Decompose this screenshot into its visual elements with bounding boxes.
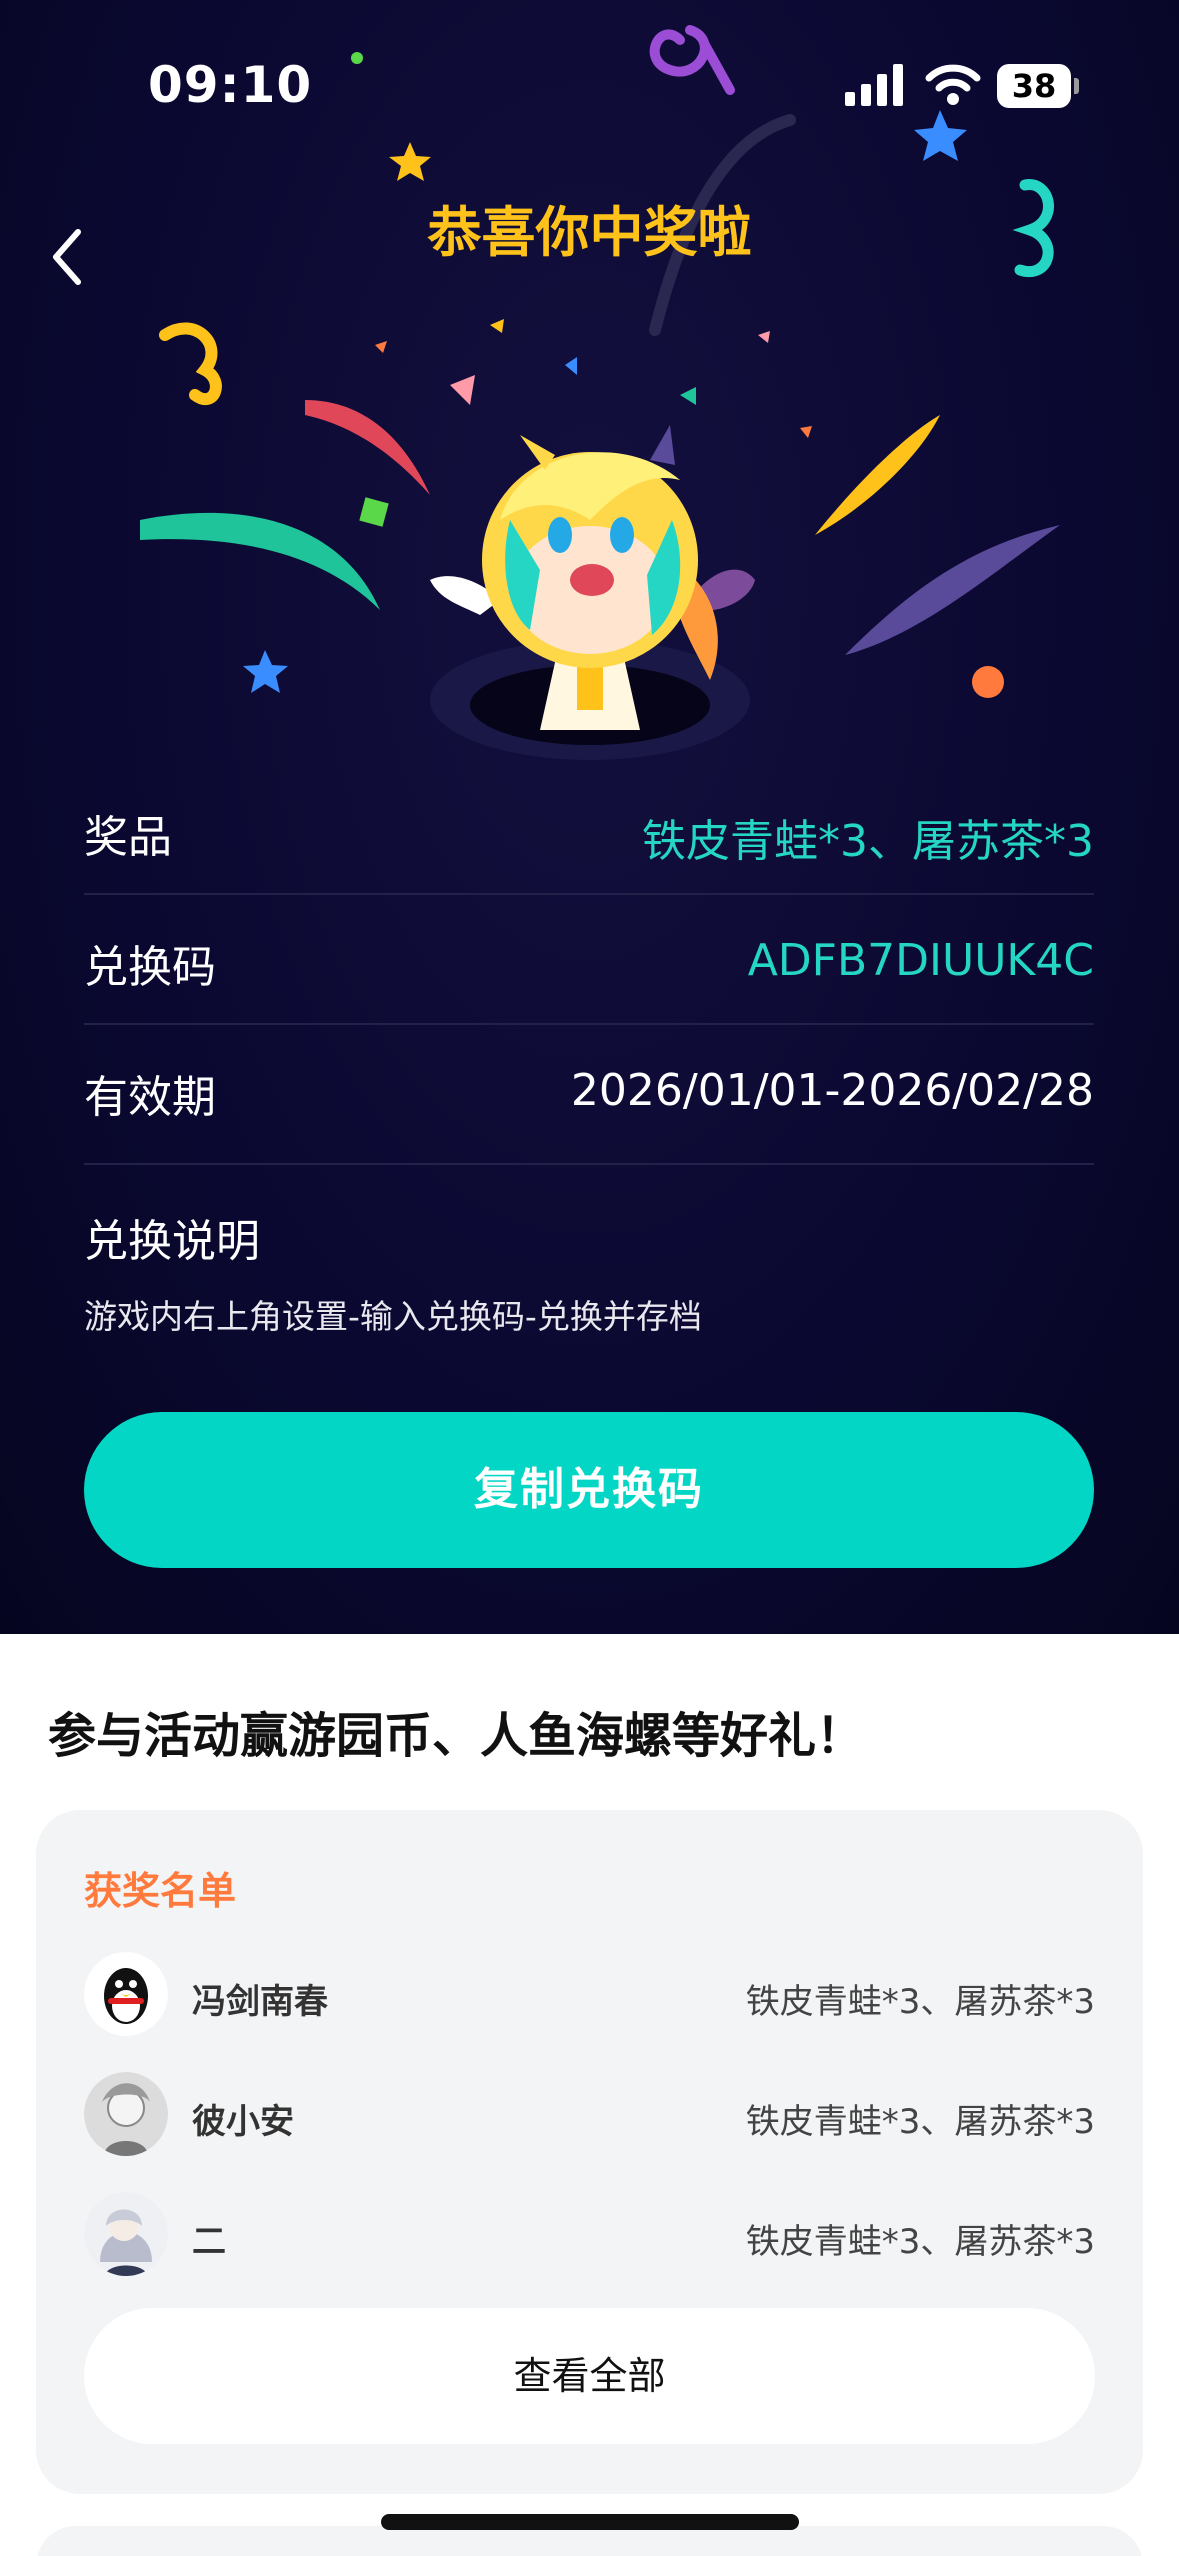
winner-row: 彼小安 铁皮青蛙*3、屠苏茶*3 (84, 2072, 1095, 2162)
redeem-code-value: ADFB7DIUUK4C (747, 935, 1094, 986)
copy-code-button[interactable]: 复制兑换码 (84, 1412, 1094, 1568)
validity-value: 2026/01/01-2026/02/28 (570, 1065, 1094, 1116)
wifi-icon (925, 64, 981, 105)
winner-row: 二 铁皮青蛙*3、屠苏茶*3 (84, 2192, 1095, 2282)
winner-name: 彼小安 (192, 2102, 294, 2142)
battery-level: 38 (997, 64, 1071, 108)
status-bar: 09:10 38 (0, 0, 1179, 160)
winner-prize: 铁皮青蛙*3、屠苏茶*3 (745, 1982, 1095, 2022)
anime-girl-avatar-icon (84, 2192, 168, 2276)
winner-prize: 铁皮青蛙*3、屠苏茶*3 (745, 2102, 1095, 2142)
redeem-code-label: 兑换码 (84, 942, 216, 993)
promo-title: 参与活动赢游园币、人鱼海螺等好礼！ (48, 1708, 865, 1764)
redeem-instructions-title: 兑换说明 (84, 1216, 260, 1267)
redeem-instructions-text: 游戏内右上角设置-输入兑换码-兑换并存档 (84, 1297, 702, 1336)
home-indicator[interactable] (381, 2514, 799, 2530)
validity-label: 有效期 (84, 1072, 216, 1123)
activity-section: 参与活动赢游园币、人鱼海螺等好礼！ 获奖名单 冯剑南春 铁皮青蛙*3、屠苏茶*3 (0, 1634, 1179, 2556)
page-title: 恭喜你中奖啦 (427, 201, 752, 264)
winners-title: 获奖名单 (84, 1869, 237, 1913)
prize-row: 奖品 铁皮青蛙*3、屠苏茶*3 (84, 765, 1094, 895)
prize-value: 铁皮青蛙*3、屠苏茶*3 (642, 816, 1094, 867)
prize-hero-section: 09:10 38 恭喜你中奖啦 奖品 铁皮青蛙*3、屠苏茶*3 兑换码 ADFB… (0, 0, 1179, 1634)
winner-row: 冯剑南春 铁皮青蛙*3、屠苏茶*3 (84, 1952, 1095, 2042)
prize-label: 奖品 (84, 812, 172, 863)
validity-row: 有效期 2026/01/01-2026/02/28 (84, 1025, 1094, 1165)
winner-prize: 铁皮青蛙*3、屠苏茶*3 (745, 2222, 1095, 2262)
anime-sketch-avatar-icon (84, 2072, 168, 2156)
redeem-code-row: 兑换码 ADFB7DIUUK4C (84, 895, 1094, 1025)
battery-icon: 38 (997, 64, 1079, 108)
winner-name: 冯剑南春 (192, 1982, 328, 2022)
winners-card: 获奖名单 冯剑南春 铁皮青蛙*3、屠苏茶*3 彼小安 铁皮青蛙*3、屠苏茶*3 (36, 1810, 1143, 2494)
status-time: 09:10 (148, 56, 313, 114)
view-all-button[interactable]: 查看全部 (84, 2308, 1095, 2444)
cellular-signal-icon (845, 64, 903, 106)
qq-penguin-avatar-icon (84, 1952, 168, 2036)
winner-name: 二 (192, 2222, 226, 2262)
next-card-peek (36, 2526, 1143, 2556)
